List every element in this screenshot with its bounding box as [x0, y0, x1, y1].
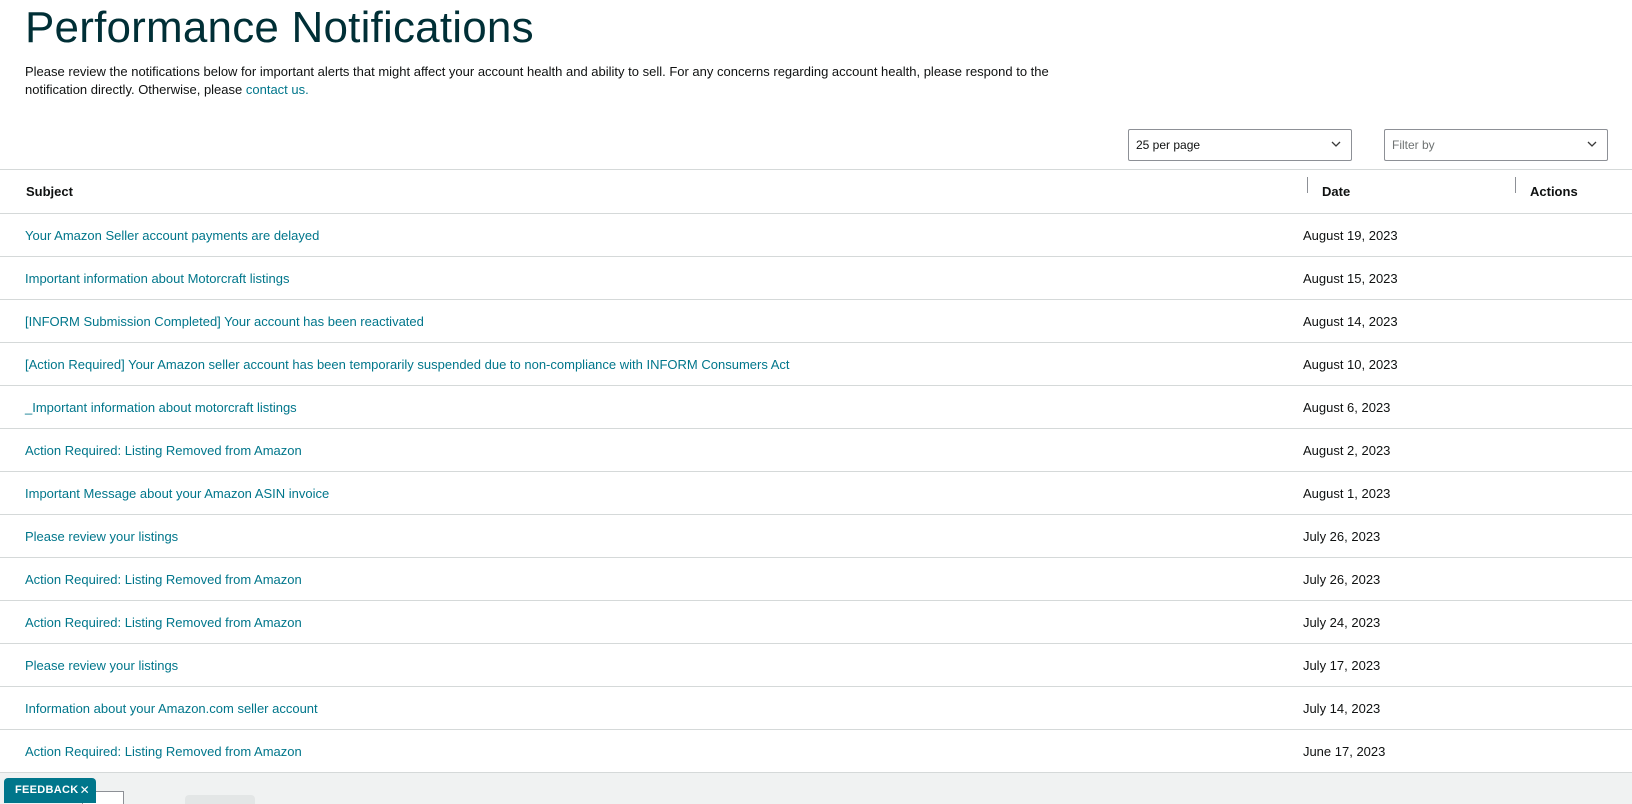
pagination-button[interactable] — [185, 795, 255, 804]
notification-subject-link[interactable]: Action Required: Listing Removed from Am… — [25, 572, 302, 587]
table-row: Your Amazon Seller account payments are … — [0, 214, 1632, 257]
notification-subject-link[interactable]: Information about your Amazon.com seller… — [25, 701, 318, 716]
table-row: Important Message about your Amazon ASIN… — [0, 472, 1632, 515]
table-row: [INFORM Submission Completed] Your accou… — [0, 300, 1632, 343]
cell-subject: Your Amazon Seller account payments are … — [0, 228, 1288, 243]
notification-subject-link[interactable]: [Action Required] Your Amazon seller acc… — [25, 357, 790, 372]
cell-date: August 15, 2023 — [1302, 270, 1398, 286]
feedback-label: FEEDBACK — [15, 784, 79, 796]
pagination-bar — [0, 772, 1632, 804]
table-row: Action Required: Listing Removed from Am… — [0, 601, 1632, 644]
contact-us-link[interactable]: contact us. — [246, 82, 309, 97]
cell-subject: Please review your listings — [0, 529, 1288, 544]
column-header-actions: Actions — [1515, 177, 1632, 199]
notification-subject-link[interactable]: Action Required: Listing Removed from Am… — [25, 443, 302, 458]
cell-subject: _Important information about motorcraft … — [0, 400, 1288, 415]
cell-date: August 10, 2023 — [1302, 356, 1398, 372]
intro-body: Please review the notifications below fo… — [25, 64, 1049, 97]
cell-date: August 2, 2023 — [1302, 442, 1391, 458]
notification-subject-link[interactable]: Important information about Motorcraft l… — [25, 271, 289, 286]
cell-date: July 26, 2023 — [1302, 528, 1381, 544]
filter-by-select[interactable]: Filter by — [1384, 129, 1608, 161]
cell-subject: [INFORM Submission Completed] Your accou… — [0, 314, 1288, 329]
notification-subject-link[interactable]: Please review your listings — [25, 529, 178, 544]
close-icon[interactable]: ✕ — [80, 778, 90, 803]
notification-subject-link[interactable]: _Important information about motorcraft … — [25, 400, 297, 415]
cell-subject: Action Required: Listing Removed from Am… — [0, 572, 1288, 587]
table-body: Your Amazon Seller account payments are … — [0, 214, 1632, 773]
filter-by-placeholder: Filter by — [1392, 138, 1435, 152]
cell-subject: Information about your Amazon.com seller… — [0, 701, 1288, 716]
cell-date: July 24, 2023 — [1302, 614, 1381, 630]
cell-subject: Action Required: Listing Removed from Am… — [0, 443, 1288, 458]
notifications-table: Subject Date Actions Your Amazon Seller … — [0, 169, 1632, 773]
cell-subject: Important Message about your Amazon ASIN… — [0, 486, 1288, 501]
table-row: Please review your listings July 17, 2023 — [0, 644, 1632, 687]
cell-subject: Important information about Motorcraft l… — [0, 271, 1288, 286]
notification-subject-link[interactable]: Please review your listings — [25, 658, 178, 673]
performance-notifications-page: Performance Notifications Please review … — [0, 0, 1632, 804]
cell-date: July 17, 2023 — [1302, 657, 1381, 673]
table-row: Action Required: Listing Removed from Am… — [0, 730, 1632, 773]
column-header-date[interactable]: Date — [1307, 177, 1515, 199]
table-row: Important information about Motorcraft l… — [0, 257, 1632, 300]
notification-subject-link[interactable]: Action Required: Listing Removed from Am… — [25, 744, 302, 759]
intro-text: Please review the notifications below fo… — [25, 63, 1085, 99]
cell-subject: Please review your listings — [0, 658, 1288, 673]
table-row: _Important information about motorcraft … — [0, 386, 1632, 429]
chevron-down-icon — [1331, 141, 1341, 147]
notification-subject-link[interactable]: [INFORM Submission Completed] Your accou… — [25, 314, 424, 329]
cell-date: June 17, 2023 — [1302, 743, 1386, 759]
notification-subject-link[interactable]: Your Amazon Seller account payments are … — [25, 228, 319, 243]
page-title: Performance Notifications — [25, 3, 534, 52]
notification-subject-link[interactable]: Action Required: Listing Removed from Am… — [25, 615, 302, 630]
column-header-subject[interactable]: Subject — [0, 184, 1307, 199]
cell-date: July 14, 2023 — [1302, 700, 1381, 716]
chevron-down-icon — [1587, 141, 1597, 147]
cell-subject: Action Required: Listing Removed from Am… — [0, 615, 1288, 630]
cell-date: July 26, 2023 — [1302, 571, 1381, 587]
notification-subject-link[interactable]: Important Message about your Amazon ASIN… — [25, 486, 329, 501]
table-row: Information about your Amazon.com seller… — [0, 687, 1632, 730]
per-page-select[interactable]: 25 per page — [1128, 129, 1352, 161]
page-header: Performance Notifications Please review … — [0, 0, 1632, 99]
cell-subject: Action Required: Listing Removed from Am… — [0, 744, 1288, 759]
table-row: Action Required: Listing Removed from Am… — [0, 558, 1632, 601]
table-header: Subject Date Actions — [0, 170, 1632, 214]
cell-date: August 14, 2023 — [1302, 313, 1398, 329]
cell-date: August 1, 2023 — [1302, 485, 1391, 501]
table-row: [Action Required] Your Amazon seller acc… — [0, 343, 1632, 386]
feedback-tab[interactable]: FEEDBACK ✕ — [4, 778, 96, 803]
cell-date: August 6, 2023 — [1302, 399, 1391, 415]
cell-subject: [Action Required] Your Amazon seller acc… — [0, 357, 1288, 372]
cell-date: August 19, 2023 — [1302, 227, 1398, 243]
per-page-value: 25 per page — [1136, 138, 1201, 152]
table-row: Please review your listings July 26, 2023 — [0, 515, 1632, 558]
table-controls: 25 per page Filter by — [1128, 129, 1608, 161]
table-row: Action Required: Listing Removed from Am… — [0, 429, 1632, 472]
